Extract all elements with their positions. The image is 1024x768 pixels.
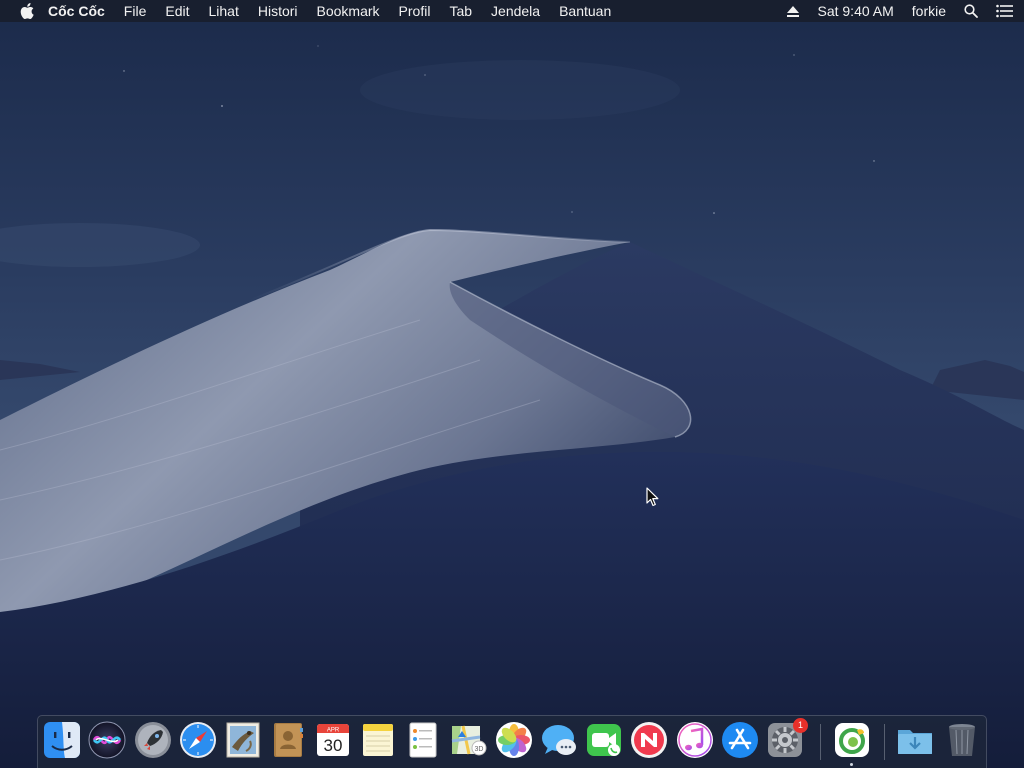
photos-flower-icon: [496, 722, 532, 758]
apple-logo-icon[interactable]: [20, 2, 36, 20]
menu-bookmark[interactable]: Bookmark: [317, 0, 380, 22]
reminders-icon: [409, 722, 437, 758]
facetime-camera-icon: [587, 724, 621, 756]
downloads-folder-icon: [898, 730, 932, 754]
menu-bar: Cốc Cốc File Edit Lihat Histori Bookmark…: [0, 0, 1024, 22]
menu-history[interactable]: Histori: [258, 0, 298, 22]
dock-system-preferences[interactable]: 1: [766, 718, 808, 759]
dock-launchpad[interactable]: [134, 721, 172, 759]
menu-window[interactable]: Jendela: [491, 0, 540, 22]
menu-tab[interactable]: Tab: [449, 0, 472, 22]
dock-notes[interactable]: [359, 721, 397, 759]
notification-badge: 1: [793, 718, 808, 733]
app-store-icon: [722, 722, 758, 758]
dock-messages[interactable]: [540, 721, 578, 759]
dock-reminders[interactable]: [404, 721, 442, 759]
launchpad-rocket-icon: [135, 722, 171, 758]
menubar-clock[interactable]: Sat 9:40 AM: [817, 0, 893, 22]
calendar-month: APR: [327, 728, 340, 734]
dock-siri[interactable]: [88, 721, 126, 759]
dock-photos[interactable]: [495, 721, 533, 759]
dock-news[interactable]: [630, 721, 668, 759]
desktop-wallpaper: [0, 0, 1024, 768]
finder-icon: [44, 722, 80, 758]
menu-edit[interactable]: Edit: [165, 0, 189, 22]
menubar-user[interactable]: forkie: [912, 0, 946, 22]
notes-icon: [363, 724, 393, 756]
menu-view[interactable]: Lihat: [208, 0, 238, 22]
trash-icon: [949, 724, 975, 756]
menu-app-name[interactable]: Cốc Cốc: [48, 0, 105, 22]
contacts-book-icon: [274, 723, 303, 757]
dock-coc-coc[interactable]: [833, 721, 871, 759]
calendar-icon: APR 30: [317, 724, 349, 756]
dock-trash[interactable]: [943, 721, 981, 759]
dock-finder[interactable]: [43, 721, 81, 759]
dock-separator: [820, 724, 821, 760]
messages-bubble-icon: [542, 725, 576, 755]
running-indicator: [850, 763, 853, 766]
dock-contacts[interactable]: [269, 721, 307, 759]
news-icon: [631, 722, 667, 758]
dock-mail[interactable]: [224, 721, 262, 759]
dock-maps[interactable]: 3D: [449, 721, 487, 759]
dock-facetime[interactable]: [585, 721, 623, 759]
notification-center-icon[interactable]: [996, 4, 1014, 18]
menu-file[interactable]: File: [124, 0, 147, 22]
dock: APR 30 3D 1: [37, 715, 987, 768]
dock-app-store[interactable]: [721, 721, 759, 759]
menu-profile[interactable]: Profil: [399, 0, 431, 22]
maps-icon: 3D: [451, 725, 487, 756]
mail-stamp-icon: [226, 722, 260, 758]
coc-coc-browser-icon: [835, 723, 869, 757]
eject-icon[interactable]: [787, 5, 800, 17]
dock-itunes[interactable]: [676, 721, 714, 759]
svg-text:3D: 3D: [475, 746, 484, 753]
itunes-note-icon: [677, 722, 713, 758]
mouse-pointer-icon: [646, 487, 660, 507]
safari-compass-icon: [180, 722, 216, 758]
dock-downloads[interactable]: [896, 721, 934, 759]
menu-help[interactable]: Bantuan: [559, 0, 611, 22]
spotlight-search-icon[interactable]: [964, 4, 978, 18]
calendar-day: 30: [324, 736, 343, 755]
dock-separator: [884, 724, 885, 760]
dock-safari[interactable]: [179, 721, 217, 759]
siri-icon: [88, 721, 126, 759]
dock-calendar[interactable]: APR 30: [314, 721, 352, 759]
